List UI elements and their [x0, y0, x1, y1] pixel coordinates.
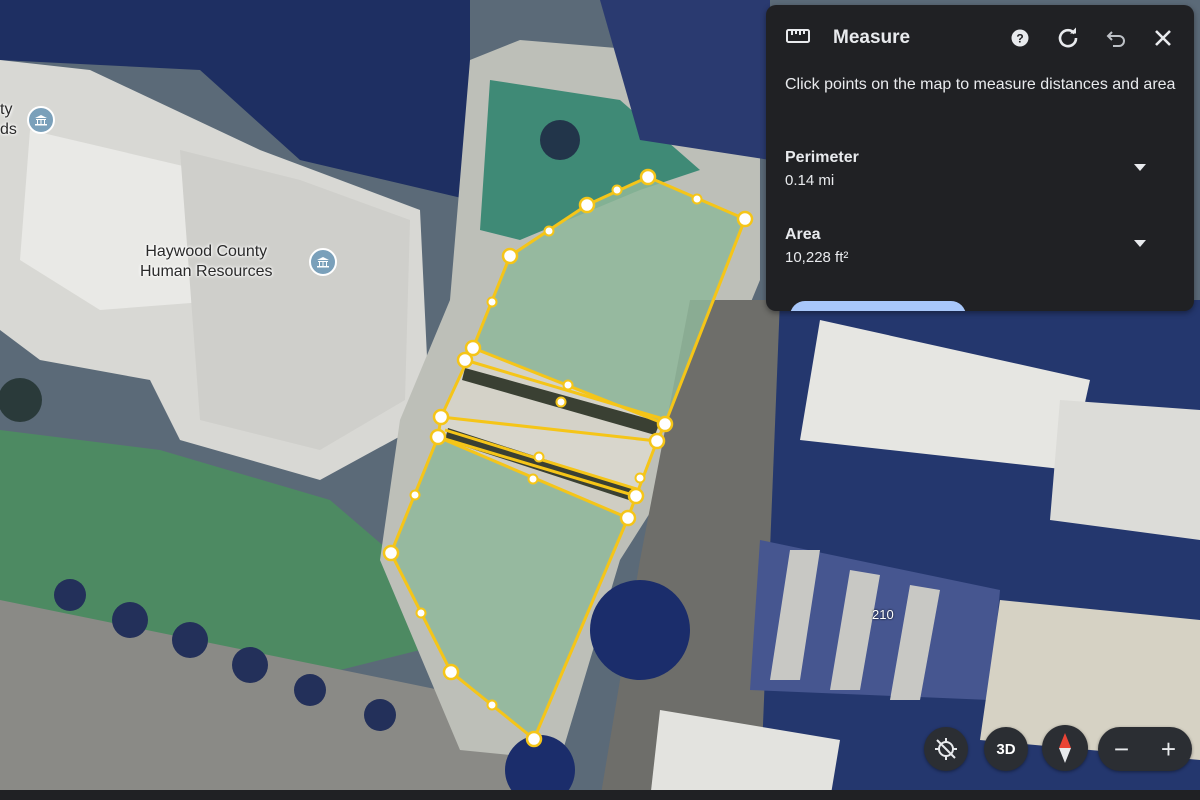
ruler-icon	[786, 29, 810, 43]
building-icon[interactable]	[309, 248, 337, 276]
area-section[interactable]: Area 10,228 ft²	[785, 226, 1165, 266]
compass-button[interactable]	[1042, 725, 1088, 771]
zoom-in-button[interactable]: +	[1149, 734, 1189, 765]
location-button[interactable]	[924, 727, 968, 771]
map-label-hr-line2: Human Resources	[140, 263, 273, 280]
area-label: Area	[785, 226, 821, 243]
close-icon	[1155, 30, 1171, 46]
undo-button[interactable]	[1101, 23, 1131, 53]
map-label-edge-line2: ds	[0, 121, 17, 138]
map-label-edge-line1: ty	[0, 101, 13, 118]
perimeter-label: Perimeter	[785, 149, 859, 166]
help-button[interactable]: ?	[1005, 23, 1035, 53]
map-label-hr-line1: Haywood County	[145, 243, 268, 260]
close-button[interactable]	[1148, 23, 1178, 53]
building-pin-icon[interactable]	[27, 106, 55, 134]
compass-icon	[1059, 733, 1071, 763]
undo-icon	[1106, 31, 1125, 47]
map-label-edge: ty ds	[0, 100, 17, 140]
perimeter-section[interactable]: Perimeter 0.14 mi	[785, 149, 1165, 189]
chevron-down-icon[interactable]	[1134, 164, 1146, 172]
location-off-icon	[935, 738, 957, 760]
zoom-control: − +	[1098, 727, 1192, 771]
panel-action-button[interactable]	[790, 301, 966, 311]
map-label-hr[interactable]: Haywood County Human Resources	[140, 242, 273, 282]
reset-button[interactable]	[1053, 23, 1083, 53]
measure-title: Measure	[833, 27, 911, 48]
area-value: 10,228 ft²	[785, 249, 849, 266]
3d-button[interactable]: 3D	[984, 727, 1028, 771]
chevron-down-icon[interactable]	[1134, 240, 1146, 248]
svg-text:?: ?	[1016, 32, 1023, 46]
help-icon: ?	[1011, 29, 1029, 47]
measure-header: Measure ?	[766, 19, 1194, 59]
zoom-out-button[interactable]: −	[1102, 734, 1142, 765]
perimeter-value: 0.14 mi	[785, 172, 835, 189]
building-number-label: 210	[872, 607, 894, 622]
bottom-status-bar	[0, 790, 1200, 800]
measure-panel: Measure ? Click points on the map to mea…	[766, 5, 1194, 311]
measure-instructions: Click points on the map to measure dista…	[785, 76, 1176, 93]
refresh-icon	[1058, 27, 1078, 48]
